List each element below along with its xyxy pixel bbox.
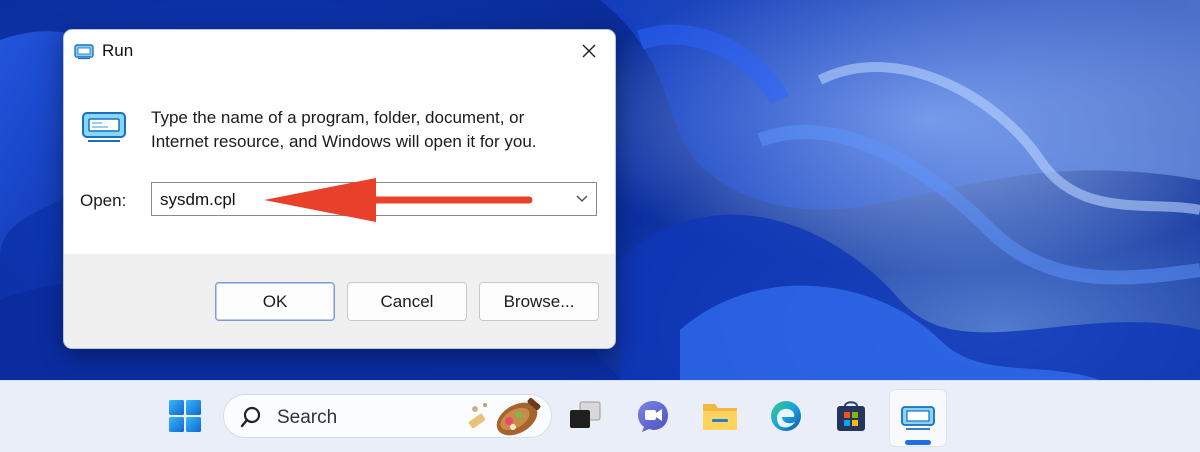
browse-button[interactable]: Browse... [479,282,599,321]
teams-chat-button[interactable] [628,391,678,441]
search-icon [240,406,261,428]
description-line-1: Type the name of a program, folder, docu… [151,108,525,127]
search-placeholder: Search [277,407,338,428]
microsoft-store-button[interactable] [826,391,876,441]
taskbar-search[interactable]: Search [223,394,552,438]
task-view-icon [570,401,601,428]
run-app-icon [74,44,94,60]
run-app-icon [901,406,935,430]
task-view-button[interactable] [560,391,610,441]
close-button[interactable] [563,30,615,72]
run-dialog: Run Type the name of a program, folder, … [63,29,616,349]
ok-button[interactable]: OK [215,282,335,321]
taskbar: Search [0,380,1200,452]
teams-icon [638,401,668,432]
cancel-button[interactable]: Cancel [347,282,467,321]
edge-icon [771,401,801,431]
active-app-indicator [905,440,931,445]
store-icon [837,401,865,431]
chevron-down-icon[interactable] [576,195,588,203]
open-label: Open: [80,191,127,210]
run-taskbar-button[interactable] [889,389,947,447]
description-line-2: Internet resource, and Windows will open… [151,132,537,151]
annotation-arrow [264,178,533,222]
dialog-description: Type the name of a program, folder, docu… [151,106,591,154]
file-explorer-button[interactable] [695,391,745,441]
run-app-icon [82,112,126,142]
open-input[interactable]: sysdm.cpl [160,190,236,210]
dialog-title: Run [102,41,134,60]
windows-logo-icon [169,400,201,432]
edge-button[interactable] [761,391,811,441]
start-button[interactable] [160,391,210,441]
close-icon [582,44,596,58]
search-highlight-illustration [468,398,541,436]
dialog-footer: OK Cancel Browse... [64,254,615,348]
title-bar[interactable]: Run [64,30,615,72]
folder-icon [703,404,737,430]
